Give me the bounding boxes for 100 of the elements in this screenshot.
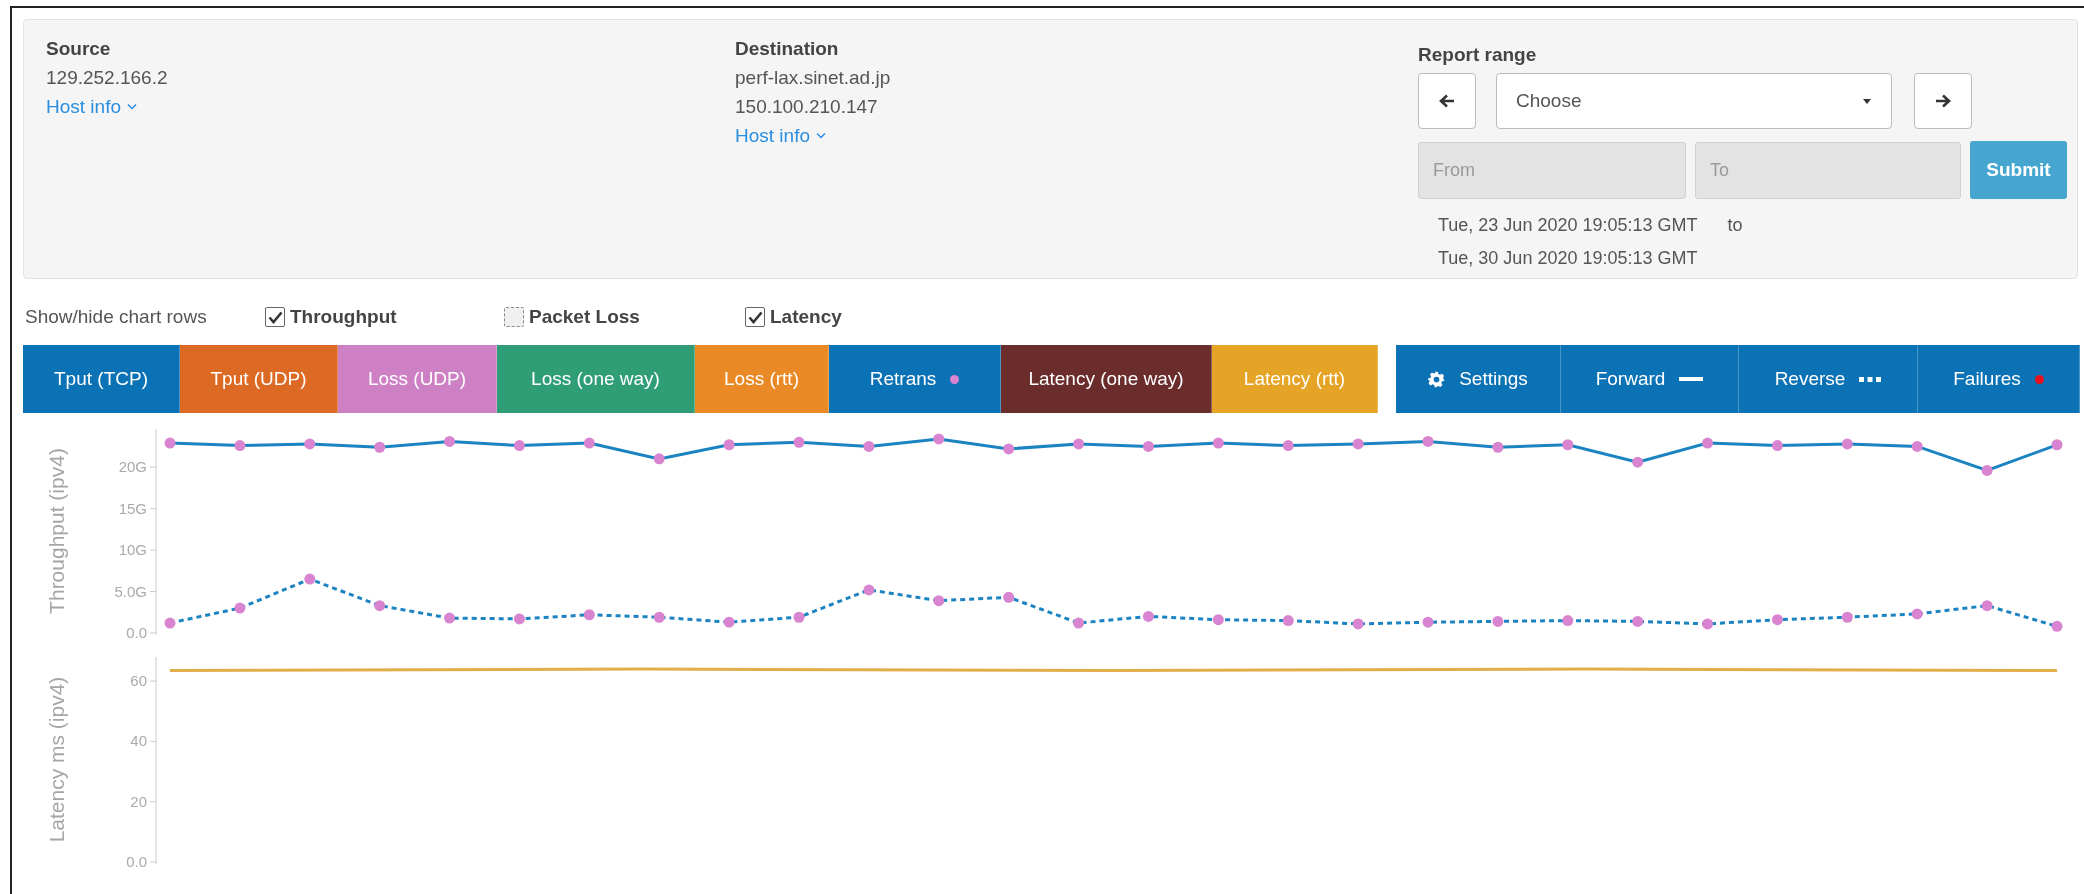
checkbox[interactable] [745,307,765,327]
data-point [234,440,246,452]
data-point [374,441,386,453]
data-point [304,438,316,450]
toolbar-button[interactable]: Forward [1561,345,1739,413]
arrow-right-icon [1935,94,1951,108]
data-point [863,584,875,596]
checkbox[interactable] [265,307,285,327]
data-point [1702,618,1714,630]
chevron-down-icon [816,132,826,139]
data-point [304,573,316,585]
data-point [1562,615,1574,627]
previous-button[interactable] [1418,73,1476,129]
axis-title: Latency ms (ipv4) [45,676,68,843]
toolbar-button[interactable]: Failures [1918,345,2080,413]
host-address: 129.252.166.2 [46,66,168,90]
data-point [164,617,176,629]
from-field[interactable]: From [1418,141,1686,199]
data-point [653,453,665,465]
legend-item[interactable]: Loss (UDP) [338,345,497,413]
data-point [1771,440,1783,452]
data-point [933,433,945,445]
tick-label: 15G [118,499,147,517]
data-point [1282,615,1294,627]
range-dropdown[interactable]: Choose [1496,73,1892,129]
data-point [1702,437,1714,449]
arrow-left-icon [1439,94,1455,108]
dots-icon [1859,376,1882,382]
data-point [1632,615,1644,627]
data-point [1003,443,1015,455]
section-heading: Report range [1418,43,1537,67]
data-point [374,600,386,612]
data-point [583,437,595,449]
legend-item[interactable]: Tput (TCP) [23,345,180,413]
data-point [583,609,595,621]
legend-item[interactable]: Retrans [829,345,1001,413]
data-point [1422,616,1434,628]
gear-icon [1428,370,1446,388]
caret-icon [1863,98,1871,104]
data-point [1562,439,1574,451]
data-point [1212,437,1224,449]
data-point [1492,441,1504,453]
data-point [1142,610,1154,622]
data-point [933,595,945,607]
legend-item[interactable]: Latency (one way) [1001,345,1212,413]
checkbox-label: Packet Loss [529,306,640,328]
rows-label: Show/hide chart rows [25,306,208,328]
tick-label: 0.0 [126,624,147,641]
data-point [793,436,805,448]
to-field[interactable]: To [1695,141,1961,199]
tick-label: 10G [118,541,147,559]
data-point [1352,618,1364,630]
data-point [1352,438,1364,450]
host-info-link[interactable]: Host info [735,121,826,150]
data-point [1632,456,1644,468]
checkbox-label: Latency [770,306,842,328]
section-heading: Source [46,37,111,61]
data-point [723,616,735,628]
data-point [234,602,246,614]
toolbar-button[interactable]: Reverse [1739,345,1918,413]
data-point [2051,439,2063,451]
data-point [1841,611,1853,623]
tick-label: 20G [118,458,147,476]
tick-label: 5.0G [114,582,147,600]
host-info-link[interactable]: Host info [46,92,137,121]
host-address: perf-lax.sinet.ad.jp [735,66,891,90]
legend-item[interactable]: Tput (UDP) [180,345,338,413]
next-button[interactable] [1914,73,1972,129]
data-point [164,437,176,449]
data-point [1771,614,1783,626]
toolbar-button[interactable]: Settings [1396,345,1561,413]
submit-button[interactable]: Submit [1970,141,2067,199]
range-joiner: to [1727,214,1743,237]
data-point [793,611,805,623]
checkbox-label: Throughput [290,306,397,328]
start-date: Tue, 23 Jun 2020 19:05:13 GMT [1438,214,1698,237]
data-point [1073,438,1085,450]
checkbox[interactable] [504,307,524,327]
data-point [1981,600,1993,612]
tick-label: 40 [130,732,147,750]
data-point [1422,435,1434,447]
data-point [444,612,456,624]
host-address: 150.100.210.147 [735,95,878,119]
data-point [1003,591,1015,603]
data-point [513,613,525,625]
chevron-down-icon [127,103,137,110]
axis-title: Throughput (ipv4) [45,448,68,614]
data-point [1282,440,1294,452]
data-point [653,611,665,623]
tick-label: 20 [130,792,147,810]
data-point [444,435,456,447]
data-point [2051,620,2063,632]
data-point [723,439,735,451]
legend-item[interactable]: Loss (one way) [497,345,695,413]
data-point [1841,438,1853,450]
section-heading: Destination [735,37,839,61]
tick-label: 60 [130,672,147,690]
data-point [1911,608,1923,620]
data-point [1492,615,1504,627]
end-date: Tue, 30 Jun 2020 19:05:13 GMT [1438,247,1699,270]
